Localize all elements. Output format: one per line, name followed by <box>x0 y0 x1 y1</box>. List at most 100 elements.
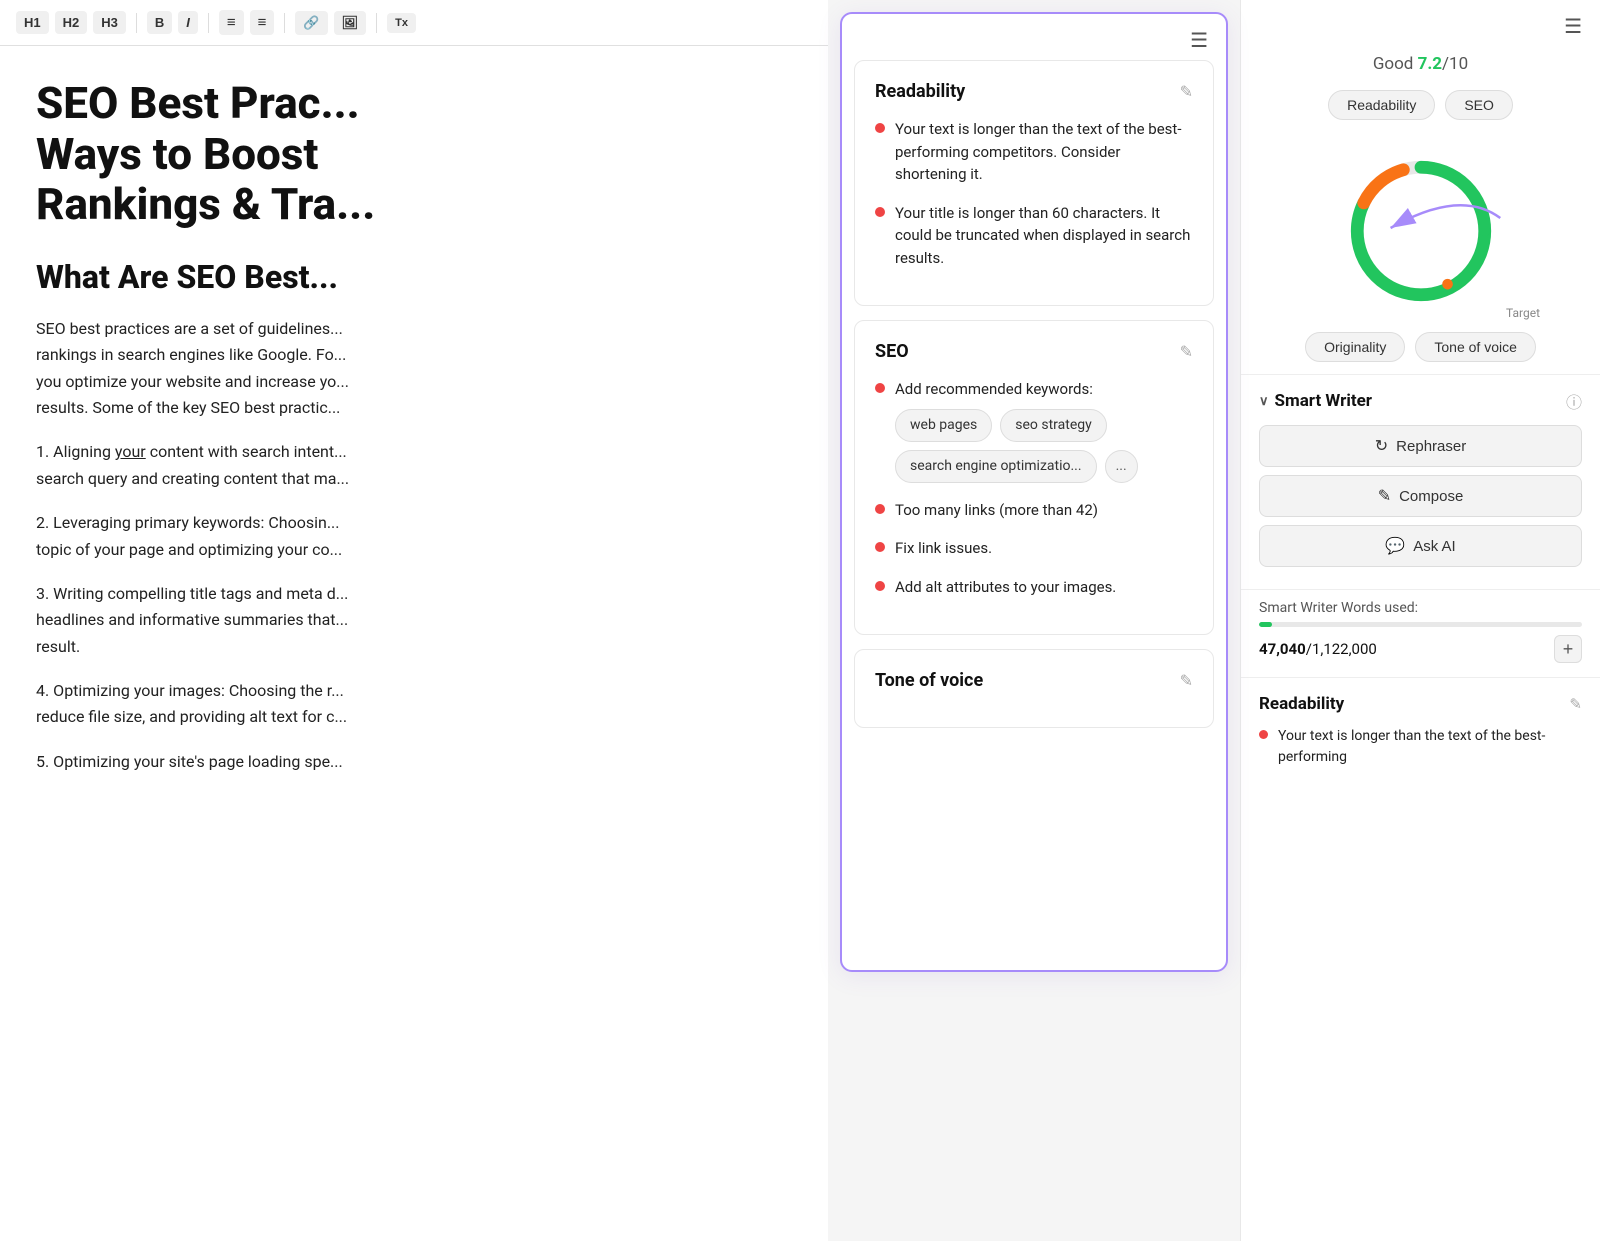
editor-title: SEO Best Prac...Ways to BoostRankings & … <box>36 78 792 230</box>
editor-subtitle: What Are SEO Best... <box>36 258 792 296</box>
h2-button[interactable]: H2 <box>55 11 88 34</box>
keyword-tag-2[interactable]: seo strategy <box>1000 409 1107 442</box>
readability-bullet-2: Your title is longer than 60 characters.… <box>895 202 1193 270</box>
top-nav-tabs: Readability SEO <box>1241 78 1600 128</box>
ask-ai-button[interactable]: 💬 Ask AI <box>1259 525 1582 567</box>
words-section: Smart Writer Words used: 47,040/1,122,00… <box>1241 589 1600 677</box>
keyword-tag-1[interactable]: web pages <box>895 409 992 442</box>
keyword-tags: web pages seo strategy search engine opt… <box>895 409 1193 483</box>
ask-ai-icon: 💬 <box>1385 536 1405 556</box>
seo-bullet-dot-1 <box>875 383 885 393</box>
donut-chart <box>1336 146 1506 316</box>
read-bullet-dot <box>1259 730 1268 739</box>
chart-target-label: Target <box>1506 306 1540 320</box>
rephraser-icon: ↻ <box>1375 436 1388 456</box>
list-item: Your text is longer than the text of the… <box>875 118 1193 186</box>
seo-card-title: SEO <box>875 341 909 362</box>
readability-bullet-list: Your text is longer than the text of the… <box>875 118 1193 269</box>
list-unordered-button[interactable]: ≡ <box>250 10 275 35</box>
h1-button[interactable]: H1 <box>16 11 49 34</box>
ask-ai-label: Ask AI <box>1413 538 1456 555</box>
seo-bullet-4: Add alt attributes to your images. <box>895 576 1116 599</box>
toolbar-divider-1 <box>136 13 137 33</box>
toolbar-divider-4 <box>376 13 377 33</box>
info-icon[interactable]: ⓘ <box>1566 389 1582 413</box>
tone-card-header: Tone of voice ✎ <box>875 670 1193 691</box>
overlay-header: ☰ <box>842 14 1226 60</box>
seo-card: SEO ✎ Add recommended keywords: web page… <box>854 320 1214 635</box>
smart-writer-title: ∨ Smart Writer <box>1259 391 1372 411</box>
image-button[interactable]: 🖼 <box>334 11 367 35</box>
list-item: Add alt attributes to your images. <box>875 576 1193 599</box>
overlay-panel: ☰ Readability ✎ Your text is longer than… <box>840 12 1228 972</box>
score-total: /10 <box>1442 54 1468 74</box>
smart-writer-label: Smart Writer <box>1275 391 1373 411</box>
readability-card: Readability ✎ Your text is longer than t… <box>854 60 1214 306</box>
readability-card-title: Readability <box>875 81 965 102</box>
list-item: Fix link issues. <box>875 537 1193 560</box>
tone-card: Tone of voice ✎ <box>854 649 1214 728</box>
tone-edit-icon[interactable]: ✎ <box>1180 671 1193 690</box>
smart-writer-section: ∨ Smart Writer ⓘ ↻ Rephraser ✎ Compose 💬… <box>1241 374 1600 589</box>
editor-body: SEO best practices are a set of guidelin… <box>36 316 792 775</box>
score-section: Good 7.2/10 <box>1241 46 1600 78</box>
editor-content[interactable]: SEO Best Prac...Ways to BoostRankings & … <box>0 46 828 1241</box>
italic-button[interactable]: I <box>178 11 198 34</box>
tab-readability[interactable]: Readability <box>1328 90 1435 120</box>
tone-card-title: Tone of voice <box>875 670 983 691</box>
readability-mini-text: Your text is longer than the text of the… <box>1278 726 1582 768</box>
compose-icon: ✎ <box>1378 486 1391 506</box>
readability-bullet-1: Your text is longer than the text of the… <box>895 118 1193 186</box>
right-header: ☰ <box>1241 0 1600 46</box>
add-words-button[interactable]: + <box>1554 635 1582 663</box>
words-count: 47,040/1,122,000 <box>1259 640 1377 658</box>
overlay-scroll[interactable]: Readability ✎ Your text is longer than t… <box>842 60 1226 970</box>
keyword-more[interactable]: ... <box>1105 450 1138 483</box>
words-total: 1,122,000 <box>1312 640 1377 658</box>
readability-mini-card: Readability ✎ Your text is longer than t… <box>1241 677 1600 784</box>
readability-mini-header: Readability ✎ <box>1259 694 1582 714</box>
bold-button[interactable]: B <box>147 11 172 34</box>
words-bar-bg <box>1259 622 1582 627</box>
right-menu-icon[interactable]: ☰ <box>1564 14 1582 38</box>
words-used: 47,040 <box>1259 640 1306 658</box>
list-item: Add recommended keywords: web pages seo … <box>875 378 1193 483</box>
bullet-dot-2 <box>875 207 885 217</box>
tab-tone-of-voice[interactable]: Tone of voice <box>1415 332 1536 362</box>
seo-bullet-dot-4 <box>875 581 885 591</box>
tab-seo[interactable]: SEO <box>1445 90 1513 120</box>
readability-card-header: Readability ✎ <box>875 81 1193 102</box>
readability-mini-bullet: Your text is longer than the text of the… <box>1259 726 1582 768</box>
score-label: Good 7.2/10 <box>1373 54 1468 74</box>
seo-bullet-dot-3 <box>875 542 885 552</box>
list-ordered-button[interactable]: ≡ <box>219 10 244 35</box>
list-item: Too many links (more than 42) <box>875 499 1193 522</box>
score-value: 7.2 <box>1418 54 1442 74</box>
editor-panel: H1 H2 H3 B I ≡ ≡ 🔗 🖼 Tx SEO Best Prac...… <box>0 0 828 1241</box>
h3-button[interactable]: H3 <box>93 11 126 34</box>
bottom-nav-tabs: Originality Tone of voice <box>1241 328 1600 374</box>
seo-card-header: SEO ✎ <box>875 341 1193 362</box>
words-count-row: 47,040/1,122,000 + <box>1259 635 1582 663</box>
toolbar-divider-2 <box>208 13 209 33</box>
readability-edit-icon[interactable]: ✎ <box>1180 82 1193 101</box>
overlay-menu-icon[interactable]: ☰ <box>1190 28 1208 52</box>
seo-bullet-3: Fix link issues. <box>895 537 992 560</box>
seo-keyword-section: Add recommended keywords: web pages seo … <box>895 378 1193 483</box>
compose-button[interactable]: ✎ Compose <box>1259 475 1582 517</box>
link-button[interactable]: 🔗 <box>295 11 327 35</box>
smart-writer-header: ∨ Smart Writer ⓘ <box>1259 389 1582 413</box>
words-label: Smart Writer Words used: <box>1259 600 1582 616</box>
readability-mini-title: Readability <box>1259 694 1344 714</box>
right-panel: ☰ Good 7.2/10 Readability SEO <box>1240 0 1600 1241</box>
tab-originality[interactable]: Originality <box>1305 332 1405 362</box>
clear-format-button[interactable]: Tx <box>387 13 416 33</box>
seo-bullet-list: Add recommended keywords: web pages seo … <box>875 378 1193 598</box>
seo-edit-icon[interactable]: ✎ <box>1180 342 1193 361</box>
score-good-label: Good <box>1373 54 1418 74</box>
list-item: Your title is longer than 60 characters.… <box>875 202 1193 270</box>
keyword-tag-3[interactable]: search engine optimizatio... <box>895 450 1097 483</box>
compose-label: Compose <box>1399 488 1463 505</box>
readability-mini-edit-icon[interactable]: ✎ <box>1569 695 1582 713</box>
rephraser-button[interactable]: ↻ Rephraser <box>1259 425 1582 467</box>
